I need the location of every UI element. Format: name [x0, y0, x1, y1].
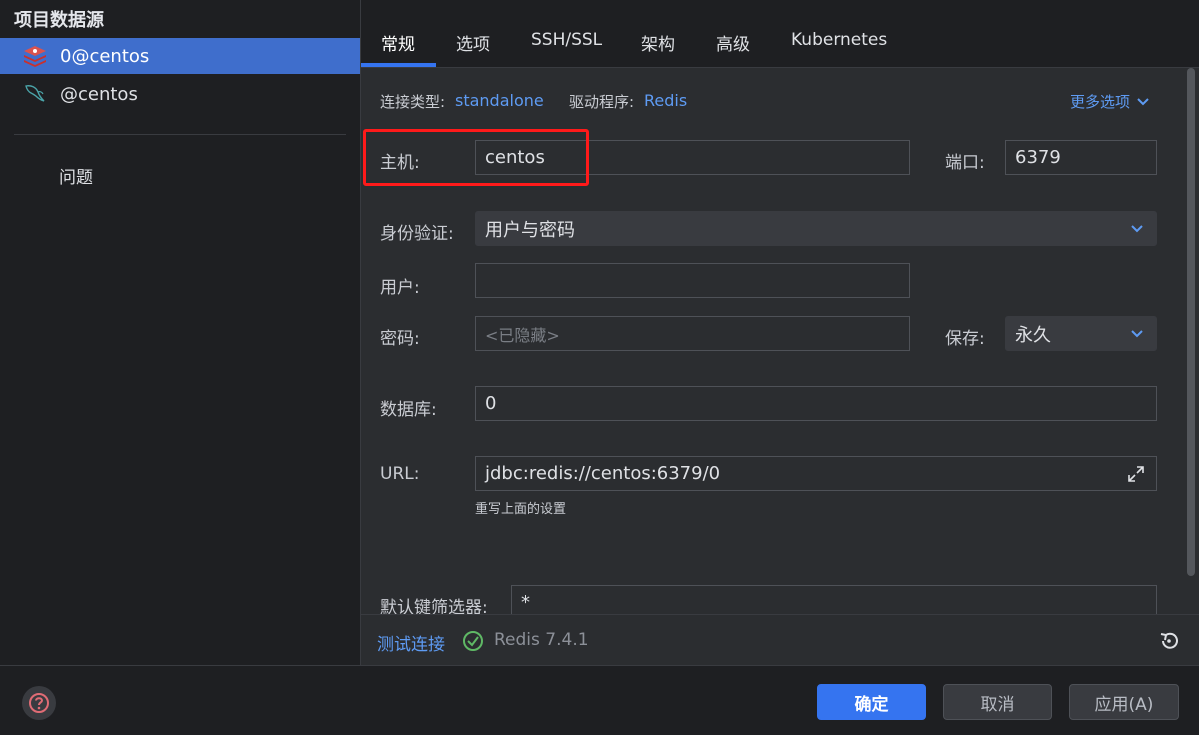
connection-type-label: 连接类型: — [380, 93, 446, 111]
driver-label: 驱动程序: — [569, 93, 635, 111]
connection-type-link[interactable]: standalone — [455, 91, 544, 110]
tab-schemas[interactable]: 架构 — [641, 30, 675, 68]
connection-footer: 测试连接 Redis 7.4.1 — [361, 614, 1199, 665]
mysql-dolphin-icon — [22, 81, 48, 107]
tab-options[interactable]: 选项 — [456, 30, 490, 68]
key-filter-row: 默认键筛选器: * — [361, 580, 1187, 614]
sidebar-divider — [14, 134, 346, 135]
url-label: URL: — [380, 464, 420, 484]
more-options-label: 更多选项 — [1070, 93, 1131, 111]
apply-button[interactable]: 应用(A) — [1069, 684, 1179, 720]
cancel-button[interactable]: 取消 — [943, 684, 1052, 720]
connection-settings-panel: 常规 选项 SSH/SSL 架构 高级 Kubernetes 连接类型: sta… — [361, 0, 1199, 665]
driver-link[interactable]: Redis — [644, 91, 687, 110]
test-connection-link[interactable]: 测试连接 — [377, 630, 445, 655]
tab-advanced[interactable]: 高级 — [716, 30, 750, 68]
key-filter-label: 默认键筛选器: — [380, 598, 488, 614]
save-select[interactable]: 永久 — [1005, 316, 1157, 351]
more-options-link[interactable]: 更多选项 — [1070, 91, 1150, 112]
url-input[interactable]: jdbc:redis://centos:6379/0 — [475, 456, 1157, 491]
active-tab-indicator — [361, 63, 436, 67]
user-input[interactable] — [475, 263, 910, 298]
panel-title: 项目数据源 — [14, 10, 104, 31]
data-sources-panel: 项目数据源 0@centos @centos 问题 — [0, 0, 361, 665]
database-label: 数据库: — [380, 400, 437, 420]
redis-icon — [22, 43, 48, 69]
port-input[interactable]: 6379 — [1005, 140, 1157, 175]
sidebar-item-redis-source[interactable]: 0@centos — [0, 38, 360, 74]
sidebar-item-label: 0@centos — [60, 45, 150, 67]
database-input[interactable]: 0 — [475, 386, 1157, 421]
help-icon — [29, 693, 49, 713]
save-select-value: 永久 — [1015, 324, 1051, 346]
vertical-scrollbar[interactable] — [1187, 68, 1195, 576]
chevron-down-icon — [1137, 97, 1149, 105]
dialog-button-bar: 确定 取消 应用(A) — [0, 665, 1199, 735]
user-label: 用户: — [380, 278, 420, 298]
tab-kubernetes[interactable]: Kubernetes — [791, 30, 887, 68]
chevron-down-icon — [1131, 224, 1143, 232]
expand-icon[interactable] — [1126, 464, 1146, 484]
url-hint: 重写上面的设置 — [475, 502, 567, 517]
connection-status: Redis 7.4.1 — [494, 630, 589, 650]
help-button[interactable] — [22, 686, 56, 720]
sidebar-item-label: @centos — [60, 83, 138, 105]
tab-bar: 常规 选项 SSH/SSL 架构 高级 Kubernetes — [361, 0, 1199, 68]
check-circle-icon — [463, 631, 483, 651]
auth-label: 身份验证: — [380, 224, 454, 244]
sidebar-item-mysql-source[interactable]: @centos — [0, 76, 360, 112]
highlight-box — [363, 129, 589, 186]
password-input[interactable]: <已隐藏> — [475, 316, 910, 351]
port-label: 端口: — [945, 153, 985, 173]
password-label: 密码: — [380, 329, 420, 349]
tab-ssh-ssl[interactable]: SSH/SSL — [531, 30, 602, 68]
key-filter-input[interactable]: * — [511, 585, 1157, 614]
chevron-down-icon — [1131, 329, 1143, 337]
save-label: 保存: — [945, 329, 985, 349]
history-icon[interactable] — [1158, 630, 1180, 652]
sidebar-item-problems[interactable]: 问题 — [59, 163, 93, 188]
auth-select-value: 用户与密码 — [485, 219, 575, 241]
url-value: jdbc:redis://centos:6379/0 — [485, 463, 721, 484]
ok-button[interactable]: 确定 — [817, 684, 926, 720]
auth-select[interactable]: 用户与密码 — [475, 211, 1157, 246]
